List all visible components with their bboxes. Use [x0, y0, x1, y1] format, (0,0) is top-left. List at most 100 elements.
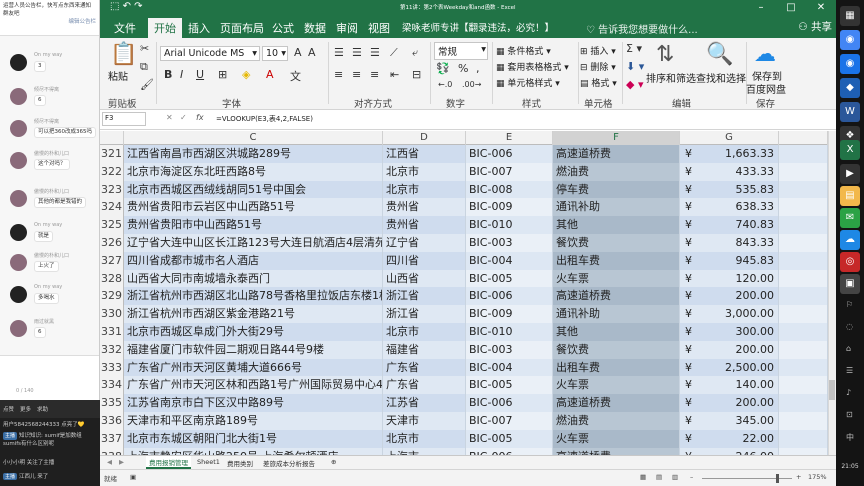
amount-cell[interactable]: ¥200.00 — [680, 287, 779, 306]
sheet-tab-sheet1[interactable]: Sheet1 — [194, 457, 223, 467]
column-header-g[interactable]: G — [680, 131, 779, 145]
amount-cell[interactable]: ¥945.83 — [680, 251, 779, 270]
page-break-view-icon[interactable]: ▥ — [672, 473, 678, 481]
network-icon[interactable]: ⊡ — [846, 410, 853, 419]
expense-type-cell[interactable]: 火车票 — [553, 376, 680, 395]
address-cell[interactable]: 浙江省杭州市西湖区紫金港路21号 — [124, 305, 383, 324]
expense-type-cell[interactable]: 餐饮费 — [553, 234, 680, 252]
align-bottom-icon[interactable]: ☰ — [370, 46, 380, 59]
expense-type-cell[interactable]: 高速道桥费 — [553, 447, 680, 455]
help-button[interactable]: 求助 — [37, 405, 48, 413]
empty-cell[interactable] — [779, 412, 828, 430]
currency-icon[interactable]: 💱 — [436, 62, 450, 75]
tab-file[interactable]: 文件 — [114, 20, 136, 36]
vertical-scrollbar[interactable] — [828, 131, 836, 455]
row-header[interactable]: 321 — [100, 145, 124, 163]
add-sheet-icon[interactable]: ⊕ — [328, 457, 339, 467]
expense-type-cell[interactable]: 火车票 — [553, 269, 680, 288]
expense-type-cell[interactable]: 通讯补助 — [553, 305, 680, 324]
address-cell[interactable]: 福建省厦门市软件园二期观日路44号9楼 — [124, 340, 383, 359]
amount-cell[interactable]: ¥843.33 — [680, 234, 779, 252]
ime-icon[interactable]: 中 — [846, 432, 854, 443]
amount-cell[interactable]: ¥1,663.33 — [680, 145, 779, 163]
address-cell[interactable]: 江苏省南京市白下区汉中路89号 — [124, 394, 383, 413]
row-header[interactable]: 336 — [100, 412, 124, 430]
empty-cell[interactable] — [779, 447, 828, 455]
avatar[interactable] — [10, 190, 27, 207]
address-cell[interactable]: 天津市和平区南京路189号 — [124, 412, 383, 430]
app-icon[interactable]: ◆ — [840, 78, 860, 98]
address-cell[interactable]: 山西省大同市南城墙永泰西门 — [124, 269, 383, 288]
code-cell[interactable]: BIC-003 — [466, 340, 553, 359]
province-cell[interactable]: 辽宁省 — [383, 234, 466, 252]
empty-cell[interactable] — [779, 305, 828, 324]
increase-font-icon[interactable]: A — [294, 46, 302, 59]
name-box[interactable]: F3 — [102, 112, 146, 126]
share-button[interactable]: ⚇ 共享 — [798, 19, 832, 34]
decrease-decimal-icon[interactable]: .00→ — [462, 80, 481, 89]
tray-icon[interactable]: ⌂ — [846, 344, 851, 353]
code-cell[interactable]: BIC-004 — [466, 358, 553, 377]
sheet-nav-prev-icon[interactable]: ◀ — [104, 457, 115, 467]
address-cell[interactable]: 广东省广州市天河区黄埔大道666号 — [124, 358, 383, 377]
code-cell[interactable]: BIC-006 — [466, 394, 553, 413]
province-cell[interactable]: 山西省 — [383, 269, 466, 288]
amount-cell[interactable]: ¥200.00 — [680, 340, 779, 359]
code-cell[interactable]: BIC-007 — [466, 162, 553, 181]
fill-icon[interactable]: ⬇ ▾ — [626, 60, 644, 73]
delete-cells-button[interactable]: ⊟ 删除 ▾ — [580, 60, 616, 73]
amount-cell[interactable]: ¥200.00 — [680, 394, 779, 413]
avatar[interactable] — [10, 120, 27, 137]
tab-home[interactable]: 开始 — [148, 18, 182, 38]
normal-view-icon[interactable]: ▦ — [640, 473, 646, 481]
number-format-select[interactable]: 常规 ▾ — [434, 42, 488, 60]
tab-view[interactable]: 视图 — [368, 20, 390, 36]
amount-cell[interactable]: ¥246.00 — [680, 447, 779, 455]
taskbar-app-icon[interactable]: ▦ — [840, 6, 860, 26]
amount-cell[interactable]: ¥638.33 — [680, 198, 779, 217]
cell-style-button[interactable]: ▦ 单元格样式 ▾ — [496, 76, 560, 89]
code-cell[interactable]: BIC-010 — [466, 216, 553, 235]
province-cell[interactable]: 江西省 — [383, 145, 466, 163]
align-top-icon[interactable]: ☰ — [334, 46, 344, 59]
font-color-icon[interactable]: A — [266, 68, 274, 81]
align-center-icon[interactable]: ≡ — [352, 68, 361, 81]
expense-type-cell[interactable]: 高速道桥费 — [553, 145, 680, 163]
row-header[interactable]: 326 — [100, 234, 124, 252]
chat-input[interactable]: 0 / 140 — [0, 355, 99, 400]
sheet-tab-category[interactable]: 费用类别 — [224, 457, 256, 469]
wechat-icon[interactable]: ✉ — [840, 208, 860, 228]
expense-type-cell[interactable]: 餐饮费 — [553, 340, 680, 359]
word-icon[interactable]: W — [840, 102, 860, 122]
amount-cell[interactable]: ¥140.00 — [680, 376, 779, 395]
table-format-button[interactable]: ▦ 套用表格格式 ▾ — [496, 60, 569, 73]
amount-cell[interactable]: ¥740.83 — [680, 216, 779, 235]
province-cell[interactable]: 浙江省 — [383, 287, 466, 306]
empty-cell[interactable] — [779, 145, 828, 163]
align-left-icon[interactable]: ≡ — [334, 68, 343, 81]
sheet-tab-expense[interactable]: 费用报销管理 — [146, 456, 191, 469]
tray-icon[interactable]: ☰ — [846, 366, 853, 375]
insert-cells-button[interactable]: ⊞ 插入 ▾ — [580, 44, 616, 57]
select-all-corner[interactable] — [100, 131, 124, 145]
row-header[interactable]: 328 — [100, 269, 124, 288]
empty-cell[interactable] — [779, 323, 828, 341]
empty-cell[interactable] — [779, 429, 828, 448]
province-cell[interactable]: 北京市 — [383, 162, 466, 181]
province-cell[interactable]: 福建省 — [383, 340, 466, 359]
row-header[interactable]: 333 — [100, 358, 124, 377]
row-header[interactable]: 338 — [100, 447, 124, 455]
more-button[interactable]: 更多 — [20, 405, 31, 413]
merge-icon[interactable]: ⊟ — [412, 68, 421, 81]
enter-icon[interactable]: ✓ — [180, 113, 187, 122]
find-select-button[interactable]: 查找和选择 — [696, 70, 746, 85]
browser-icon[interactable]: ◉ — [840, 54, 860, 74]
code-cell[interactable]: BIC-006 — [466, 447, 553, 455]
expense-type-cell[interactable]: 停车费 — [553, 180, 680, 199]
expense-type-cell[interactable]: 燃油费 — [553, 412, 680, 430]
tab-review[interactable]: 审阅 — [336, 20, 358, 36]
province-cell[interactable]: 北京市 — [383, 429, 466, 448]
formula-input[interactable]: =VLOOKUP(E3,表4,2,FALSE) — [216, 114, 313, 124]
copy-icon[interactable]: ⧉ — [140, 60, 148, 74]
orientation-icon[interactable]: ⟋ — [390, 46, 398, 60]
